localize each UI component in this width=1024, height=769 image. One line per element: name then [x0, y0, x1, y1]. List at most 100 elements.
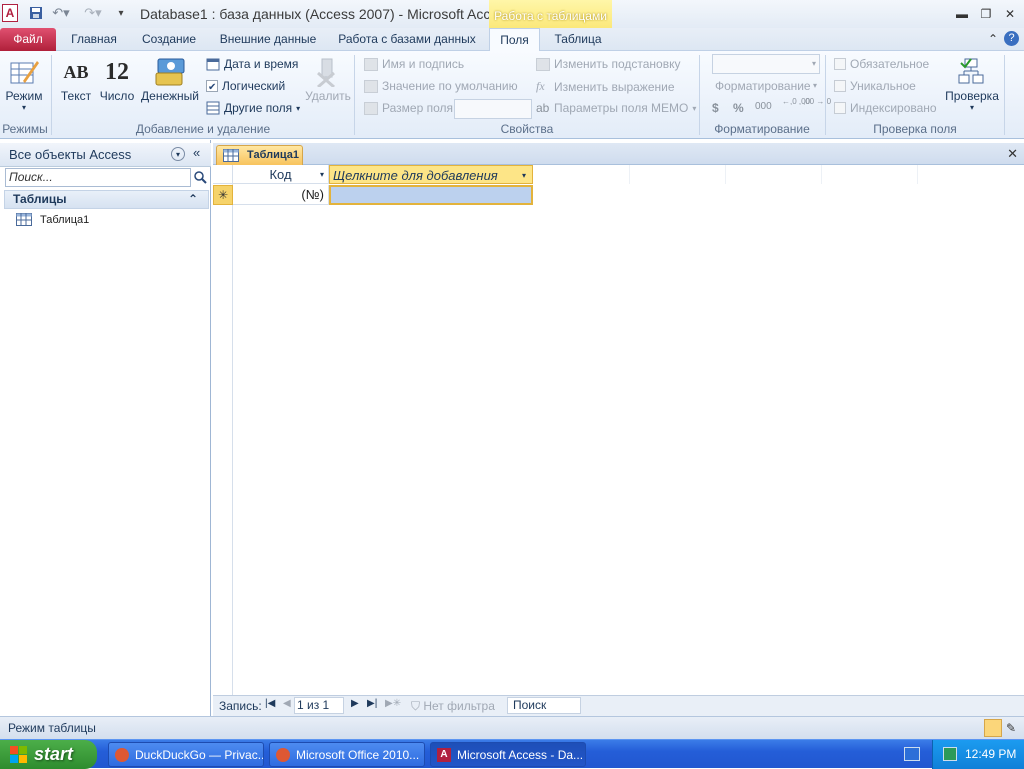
search-icon[interactable]	[193, 170, 207, 184]
nav-item-label: Таблица1	[40, 213, 90, 226]
indexed-checkbox[interactable]: Индексировано	[834, 101, 937, 115]
dropdown-arrow-icon: ▾	[811, 59, 816, 68]
add-currency-field-button[interactable]: Денежный	[139, 55, 201, 103]
customize-qat-icon[interactable]: ▾	[114, 4, 128, 22]
windows-logo-icon	[10, 746, 27, 763]
column-header-id[interactable]: Код ▾	[233, 165, 329, 184]
column-filter-icon[interactable]: ▾	[320, 165, 324, 184]
record-search-input[interactable]: Поиск	[507, 697, 581, 714]
add-text-field-button[interactable]: AB Текст	[58, 55, 94, 104]
taskbar-item-access[interactable]: A Microsoft Access - Da...	[430, 742, 586, 767]
nav-group-label: Таблицы	[13, 192, 67, 206]
nav-group-tables[interactable]: Таблицы ⌃	[4, 190, 209, 209]
tab-fields[interactable]: Поля	[489, 28, 540, 52]
tab-create[interactable]: Создание	[134, 28, 204, 51]
collapse-ribbon-icon[interactable]: ⌃	[984, 31, 1002, 47]
checkbox-icon	[206, 80, 218, 92]
restore-button[interactable]: ❐	[977, 6, 995, 22]
task-label: Microsoft Office 2010...	[296, 748, 420, 762]
modify-lookups-button[interactable]: Изменить подстановку	[536, 57, 680, 71]
datetime-label: Дата и время	[224, 57, 299, 71]
tab-file[interactable]: Файл	[0, 28, 56, 51]
required-checkbox[interactable]: Обязательное	[834, 57, 929, 71]
nav-menu-dropdown-icon[interactable]: ▾	[171, 147, 185, 161]
column-filter-icon[interactable]: ▾	[522, 166, 526, 185]
tab-external-data[interactable]: Внешние данные	[212, 28, 324, 51]
currency-format-button[interactable]: $	[712, 101, 719, 115]
increase-decimals-button[interactable]: ←,0 ,00	[782, 98, 810, 106]
previous-record-icon[interactable]: ◀	[283, 698, 291, 709]
network-icon[interactable]	[943, 747, 957, 761]
column-header-label: Щелкните для добавления	[333, 168, 498, 183]
access-icon: A	[437, 748, 451, 762]
add-boolean-field-button[interactable]: Логический	[206, 79, 285, 93]
data-type-combo[interactable]: ▾	[712, 54, 820, 74]
unique-label: Уникальное	[850, 79, 916, 93]
undo-icon[interactable]: ↶▾	[50, 4, 72, 22]
minimize-button[interactable]: ▬	[953, 6, 971, 22]
collapse-group-icon[interactable]: ⌃	[188, 191, 198, 208]
required-label: Обязательное	[850, 57, 930, 71]
more-fields-button[interactable]: Другие поля ▾	[206, 101, 300, 115]
document-tab-table1[interactable]: Таблица1	[216, 145, 303, 166]
navigation-pane: Все объекты Access ▾ « Поиск... Таблицы …	[0, 140, 211, 716]
filter-status[interactable]: ⛉ Нет фильтра	[411, 699, 495, 714]
fx-icon: fx	[536, 79, 545, 93]
system-tray: 12:49 PM	[932, 740, 1024, 769]
tab-database-tools[interactable]: Работа с базами данных	[334, 28, 480, 51]
close-button[interactable]: ✕	[1001, 6, 1019, 22]
nav-search-input[interactable]: Поиск...	[5, 168, 191, 187]
first-record-icon[interactable]: |◀	[265, 698, 275, 709]
cell-add-field-new[interactable]	[329, 185, 533, 205]
nav-pane-header[interactable]: Все объекты Access ▾ «	[0, 143, 211, 167]
task-label: Microsoft Access - Da...	[457, 748, 584, 762]
format-combo[interactable]: Форматирование ▾	[712, 77, 820, 97]
start-label: start	[34, 744, 74, 764]
start-button[interactable]: start	[0, 740, 97, 769]
validation-button[interactable]: Проверка ▾	[944, 55, 1000, 112]
close-document-icon[interactable]: ✕	[1007, 146, 1018, 162]
add-number-field-button[interactable]: 12 Число	[98, 55, 136, 104]
datasheet-view-icon[interactable]	[984, 719, 1002, 737]
tab-table[interactable]: Таблица	[548, 28, 608, 51]
shutter-bar-close-icon[interactable]: «	[193, 145, 200, 160]
select-all-corner[interactable]	[213, 165, 233, 184]
last-record-icon[interactable]: ▶|	[367, 698, 377, 709]
delete-label: Удалить	[305, 89, 351, 103]
access-app-icon[interactable]: A	[2, 4, 18, 22]
document-tab-label: Таблица1	[247, 149, 299, 161]
delete-field-button[interactable]: Удалить	[304, 55, 352, 103]
decrease-decimals-button[interactable]: ,00 →,0	[803, 98, 831, 106]
tab-home[interactable]: Главная	[62, 28, 126, 51]
help-icon[interactable]: ?	[1004, 31, 1019, 46]
taskbar-item-office[interactable]: Microsoft Office 2010...	[269, 742, 425, 767]
next-record-icon[interactable]: ▶	[351, 698, 359, 709]
field-size-input[interactable]	[454, 99, 532, 119]
keyboard-icon[interactable]	[904, 747, 920, 761]
unique-checkbox[interactable]: Уникальное	[834, 79, 916, 93]
name-caption-icon	[364, 57, 378, 71]
checkbox-icon	[834, 58, 846, 70]
title-bar: A ↶▾ ↷▾ ▾ Database1 : база данных (Acces…	[0, 0, 1024, 28]
group-label-properties: Свойства	[500, 122, 554, 136]
modify-expression-button[interactable]: fx Изменить выражение	[536, 79, 675, 94]
redo-icon[interactable]: ↷▾	[82, 4, 104, 22]
save-icon[interactable]	[28, 4, 44, 22]
design-view-icon[interactable]: ✎	[1006, 721, 1016, 735]
name-caption-button[interactable]: Имя и подпись	[364, 57, 464, 71]
cell-id-new[interactable]: (№)	[233, 185, 329, 205]
format-combo-label: Форматирование	[715, 79, 811, 93]
record-position-input[interactable]: 1 из 1	[294, 697, 344, 714]
view-mode-button[interactable]: Режим ▾	[4, 55, 44, 112]
percent-format-button[interactable]: %	[733, 101, 744, 115]
column-header-add-field[interactable]: Щелкните для добавления ▾	[329, 165, 533, 184]
new-record-nav-icon[interactable]: ▶✳	[385, 698, 401, 709]
add-datetime-field-button[interactable]: Дата и время	[206, 57, 298, 71]
default-value-button[interactable]: Значение по умолчанию	[364, 79, 518, 93]
new-record-marker[interactable]: ✳	[213, 185, 233, 205]
taskbar-item-duckduckgo[interactable]: DuckDuckGo — Privac...	[108, 742, 264, 767]
nav-item-table1[interactable]: Таблица1	[16, 213, 89, 226]
comma-format-button[interactable]: 000	[755, 101, 772, 112]
memo-settings-button[interactable]: ab Параметры поля МЕМО ▾	[536, 101, 696, 115]
clock[interactable]: 12:49 PM	[965, 740, 1016, 769]
